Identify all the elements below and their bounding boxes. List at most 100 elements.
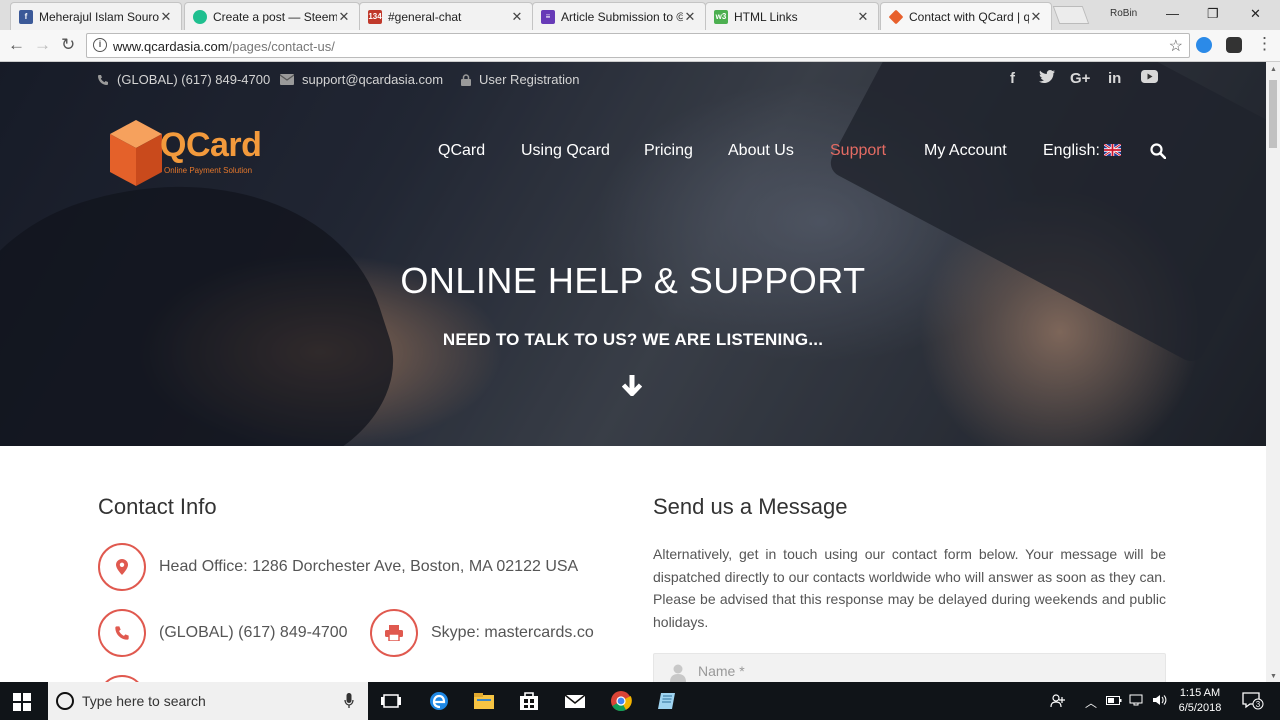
map-pin-circle [98,543,146,591]
bookmark-star-icon[interactable]: ☆ [1169,36,1183,56]
forward-icon[interactable]: → [34,35,51,55]
topbar-user-registration[interactable]: User Registration [461,72,579,87]
user-icon [670,664,686,682]
nav-item-my-account[interactable]: My Account [924,142,1007,160]
close-icon[interactable]: ✕ [1029,9,1043,25]
language-label: English: [1043,142,1100,159]
site-info-icon[interactable]: i [93,38,107,52]
browser-toolbar: ← → ↻ i www.qcardasia.com/pages/contact-… [0,30,1280,62]
svg-text:3: 3 [1256,700,1261,709]
address-bar[interactable]: i www.qcardasia.com/pages/contact-us/ ☆ [86,33,1190,58]
back-icon[interactable]: ← [8,35,25,55]
task-view-icon[interactable] [380,690,402,712]
contact-info-heading: Contact Info [98,494,217,519]
facebook-icon[interactable]: f [1010,70,1015,87]
restore-icon[interactable]: ❐ [1207,6,1219,22]
contact-skype[interactable]: Skype: mastercards.co [431,624,594,642]
nav-item-pricing[interactable]: Pricing [644,142,693,160]
browser-tab-qcard-contact[interactable]: Contact with QCard | qc ✕ [880,2,1052,30]
close-icon[interactable]: ✕ [856,9,870,25]
qcard-icon [888,9,904,24]
qcard-logo[interactable]: QCard Online Payment Solution [108,116,278,188]
extension-messenger-icon[interactable] [1196,37,1212,53]
hero-title: ONLINE HELP & SUPPORT [400,260,866,301]
edge-browser-icon[interactable] [428,690,450,712]
microphone-icon[interactable] [344,693,354,709]
youtube-icon[interactable] [1141,70,1158,87]
nav-item-qcard[interactable]: QCard [438,142,485,160]
form-icon: ≡ [541,9,555,24]
phone-icon [115,626,129,640]
tab-title: Contact with QCard | qc [909,9,1029,24]
envelope-icon [280,74,294,85]
tray-chevron-up-icon[interactable]: ︿ [1085,694,1097,711]
close-icon[interactable]: ✕ [337,9,351,25]
close-icon[interactable]: ✕ [510,9,524,25]
linkedin-icon[interactable]: in [1108,70,1121,87]
top-info-bar: (GLOBAL) (617) 849-4700 support@qcardasi… [0,62,1266,96]
clock-date: 6/5/2018 [1178,702,1222,714]
browser-tab-general-chat[interactable]: 134 #general-chat ✕ [359,2,533,30]
extension-incognito-icon[interactable] [1226,37,1242,53]
logo-brand-text: QCard [160,126,262,164]
browser-menu-icon[interactable]: ⋮ [1256,34,1273,54]
profile-name[interactable]: RoBin [1110,8,1137,19]
lock-icon [461,73,471,86]
mail-icon[interactable] [564,690,586,712]
battery-icon[interactable] [1106,694,1122,709]
notification-center-icon[interactable]: 3 [1242,692,1264,710]
notepad-app-icon[interactable] [656,690,678,712]
logo-tagline: Online Payment Solution [164,166,253,175]
nav-item-language[interactable]: English: [1043,142,1121,160]
printer-circle [370,609,418,657]
w3schools-icon: w3 [714,9,728,24]
scroll-up-icon[interactable]: ▲ [1270,66,1277,73]
network-icon[interactable] [1129,694,1145,709]
nav-item-about-us[interactable]: About Us [728,142,794,160]
system-clock[interactable]: 1:15 AM 6/5/2018 [1174,686,1226,716]
close-icon[interactable]: ✕ [683,9,697,25]
scroll-down-icon[interactable]: ▼ [1270,673,1277,680]
nav-item-using-qcard[interactable]: Using Qcard [521,142,610,160]
tab-title: Create a post — Steemit [213,9,337,24]
store-icon[interactable] [518,690,540,712]
name-input[interactable] [698,663,1138,679]
name-field[interactable] [653,653,1166,682]
web-page: (GLOBAL) (617) 849-4700 support@qcardasi… [0,62,1266,682]
steemit-icon [193,9,207,24]
minimize-icon[interactable]: — [1166,6,1179,21]
google-plus-icon[interactable]: G+ [1070,70,1090,87]
new-tab-button[interactable] [1052,6,1090,24]
topbar-phone[interactable]: (GLOBAL) (617) 849-4700 [97,72,270,87]
reload-icon[interactable]: ↻ [61,35,75,55]
volume-icon[interactable] [1152,694,1168,709]
browser-tab-facebook[interactable]: f Meherajul Islam Sourov ✕ [10,2,182,30]
nav-item-support[interactable]: Support [830,142,886,160]
arrow-down-icon[interactable] [622,374,642,396]
taskbar-search-box[interactable]: Type here to search [48,682,368,720]
tab-title: Meherajul Islam Sourov [39,9,159,24]
tab-title: Article Submission to © [561,9,683,24]
page-scrollbar[interactable]: ▲ ▼ [1266,62,1280,682]
browser-tab-html-links[interactable]: w3 HTML Links ✕ [705,2,879,30]
tab-title: HTML Links [734,9,798,24]
chrome-icon[interactable] [610,690,632,712]
file-explorer-icon[interactable] [473,690,495,712]
contact-phone[interactable]: (GLOBAL) (617) 849-4700 [159,624,348,642]
facebook-icon: f [19,9,33,24]
message-description: Alternatively, get in touch using our co… [653,546,1166,630]
scrollbar-thumb[interactable] [1269,80,1277,148]
topbar-email[interactable]: support@qcardasia.com [280,72,443,87]
twitter-icon[interactable] [1039,70,1055,86]
browser-tab-steemit[interactable]: Create a post — Steemit ✕ [184,2,360,30]
people-icon[interactable] [1050,694,1066,711]
browser-tab-article-submission[interactable]: ≡ Article Submission to © ✕ [532,2,706,30]
search-icon[interactable] [1150,143,1166,159]
window-close-icon[interactable]: ✕ [1250,6,1261,22]
cortana-icon [56,692,74,710]
windows-start-icon[interactable] [13,693,31,711]
phone-circle [98,609,146,657]
url-text[interactable]: www.qcardasia.com/pages/contact-us/ [113,39,335,54]
close-icon[interactable]: ✕ [159,9,173,25]
map-pin-icon [116,559,128,575]
